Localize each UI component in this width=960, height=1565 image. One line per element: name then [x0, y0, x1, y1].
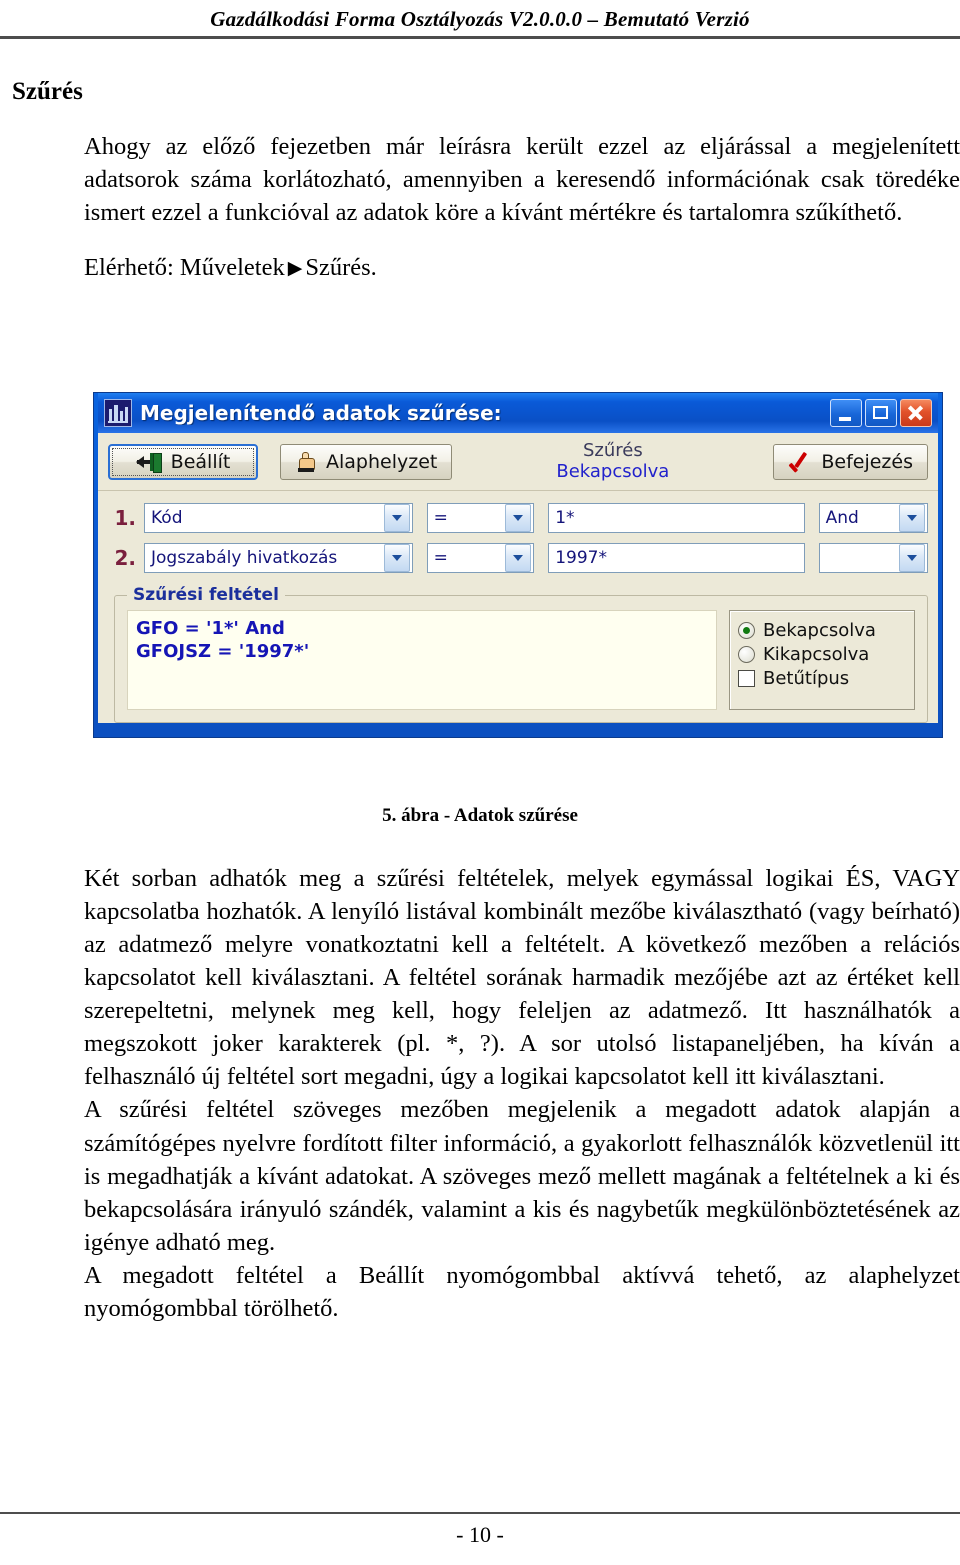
field-combo-1-value: Kód	[151, 508, 183, 528]
figure-caption: 5. ábra - Adatok szűrése	[382, 805, 578, 826]
body-content: Két sorban adhatók meg a szűrési feltéte…	[84, 862, 960, 1325]
logic-combo-2[interactable]	[818, 543, 928, 573]
setup-button-label: Beállít	[170, 450, 231, 473]
finish-button-label: Befejezés	[821, 450, 913, 473]
dialog-client-area: Beállít Alaphelyzet Szűrés Bekapcsolva B…	[98, 433, 938, 723]
minimize-icon[interactable]	[830, 399, 862, 427]
filter-expression-line-2: GFOJSZ = '1997*'	[136, 641, 310, 663]
intro-content: Ahogy az előző fejezetben már leírásra k…	[84, 130, 960, 284]
filter-options-panel: Bekapcsolva Kikapcsolva Betűtípus	[729, 610, 915, 710]
radio-off-icon	[738, 646, 755, 663]
filter-condition-legend: Szűrési feltétel	[127, 585, 285, 605]
apply-arrow-icon	[135, 452, 162, 473]
dialog-titlebar[interactable]: Megjelenítendő adatok szűrése:	[98, 393, 938, 433]
close-icon[interactable]	[900, 399, 932, 427]
value-input-2[interactable]: 1997*	[548, 543, 805, 573]
logic-combo-1[interactable]: And	[818, 503, 928, 533]
body-paragraph-2: A szűrési feltétel szöveges mezőben megj…	[84, 1096, 960, 1256]
access-path-line: Elérhető: Műveletek ▶ Szűrés.	[84, 251, 960, 284]
filter-status: Szűrés Bekapcsolva	[452, 439, 773, 482]
chevron-down-icon[interactable]	[383, 544, 410, 572]
value-input-1[interactable]: 1*	[548, 503, 805, 533]
radio-enabled[interactable]: Bekapcsolva	[738, 620, 906, 641]
checkmark-icon	[788, 451, 812, 473]
operator-combo-2-value: =	[433, 548, 448, 568]
checkbox-font[interactable]: Betűtípus	[738, 668, 906, 689]
field-combo-1[interactable]: Kód	[144, 503, 413, 533]
chevron-down-icon[interactable]	[899, 504, 925, 532]
chevron-down-icon[interactable]	[899, 544, 925, 572]
condition-rows: 1. Kód = 1* And 2. Jogszabály hivatkozás…	[98, 491, 938, 591]
filter-status-title: Szűrés	[582, 439, 643, 461]
access-prefix: Elérhető: Műveletek	[84, 254, 285, 282]
filter-status-value: Bekapcsolva	[556, 460, 670, 482]
figure-filter-dialog: Megjelenítendő adatok szűrése: Beállít A…	[93, 392, 945, 738]
finish-button[interactable]: Befejezés	[773, 443, 928, 480]
running-header-text: Gazdálkodási Forma Osztályozás V2.0.0.0 …	[210, 7, 750, 31]
header-divider	[0, 36, 960, 39]
running-header: Gazdálkodási Forma Osztályozás V2.0.0.0 …	[0, 6, 960, 32]
operator-combo-1-value: =	[433, 508, 448, 528]
row-number: 1.	[114, 506, 136, 530]
body-paragraph-1: Két sorban adhatók meg a szűrési feltéte…	[84, 865, 960, 1091]
radio-disabled-label: Kikapcsolva	[763, 644, 870, 665]
checkbox-unchecked-icon	[738, 670, 755, 687]
value-input-1-value: 1*	[555, 508, 575, 528]
dialog-title: Megjelenítendő adatok szűrése:	[140, 401, 502, 425]
app-icon	[104, 399, 132, 427]
body-paragraph-3: A megadott feltétel a Beállít nyomógombb…	[84, 1261, 960, 1322]
condition-row: 1. Kód = 1* And	[108, 503, 928, 533]
right-triangle-icon: ▶	[287, 258, 303, 280]
field-combo-2[interactable]: Jogszabály hivatkozás	[144, 543, 413, 573]
dialog-toolbar: Beállít Alaphelyzet Szűrés Bekapcsolva B…	[98, 433, 938, 491]
condition-row: 2. Jogszabály hivatkozás = 1997*	[108, 543, 928, 573]
window-controls	[830, 399, 936, 427]
access-suffix: Szűrés.	[305, 254, 377, 282]
filter-expression-textarea[interactable]: GFO = '1*' And GFOJSZ = '1997*'	[127, 610, 717, 710]
page-title: Szűrés	[12, 78, 83, 105]
hand-icon	[295, 451, 317, 473]
checkbox-font-label: Betűtípus	[763, 668, 850, 689]
intro-paragraph: Ahogy az előző fejezetben már leírásra k…	[84, 133, 960, 227]
operator-combo-1[interactable]: =	[426, 503, 535, 533]
reset-button-label: Alaphelyzet	[326, 450, 438, 473]
radio-enabled-label: Bekapcsolva	[763, 620, 876, 641]
chevron-down-icon[interactable]	[505, 544, 532, 572]
filter-expression-line-1: GFO = '1*' And	[136, 618, 285, 639]
filter-dialog-window: Megjelenítendő adatok szűrése: Beállít A…	[93, 392, 943, 738]
setup-button[interactable]: Beállít	[108, 443, 258, 480]
maximize-icon[interactable]	[865, 399, 897, 427]
value-input-2-value: 1997*	[555, 548, 607, 568]
row-number: 2.	[114, 546, 136, 570]
operator-combo-2[interactable]: =	[426, 543, 535, 573]
chevron-down-icon[interactable]	[505, 504, 532, 532]
logic-combo-1-value: And	[825, 508, 859, 528]
chevron-down-icon[interactable]	[383, 504, 410, 532]
radio-disabled[interactable]: Kikapcsolva	[738, 644, 906, 665]
filter-condition-group: Szűrési feltétel GFO = '1*' And GFOJSZ =…	[114, 585, 928, 723]
page-number: - 10 -	[456, 1522, 504, 1547]
field-combo-2-value: Jogszabály hivatkozás	[151, 548, 338, 568]
radio-on-icon	[738, 622, 755, 639]
footer-divider	[0, 1512, 960, 1514]
reset-button[interactable]: Alaphelyzet	[280, 443, 453, 480]
